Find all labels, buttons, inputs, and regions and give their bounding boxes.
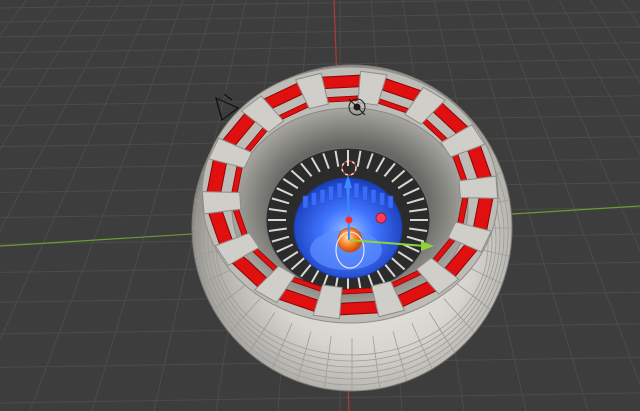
gizmo-z-axis[interactable] bbox=[347, 184, 350, 241]
gizmo-y-handle[interactable] bbox=[375, 212, 387, 224]
arc-reactor-mesh[interactable] bbox=[191, 64, 513, 392]
3d-viewport[interactable] bbox=[0, 0, 640, 411]
gizmo-pivot[interactable] bbox=[345, 216, 353, 224]
